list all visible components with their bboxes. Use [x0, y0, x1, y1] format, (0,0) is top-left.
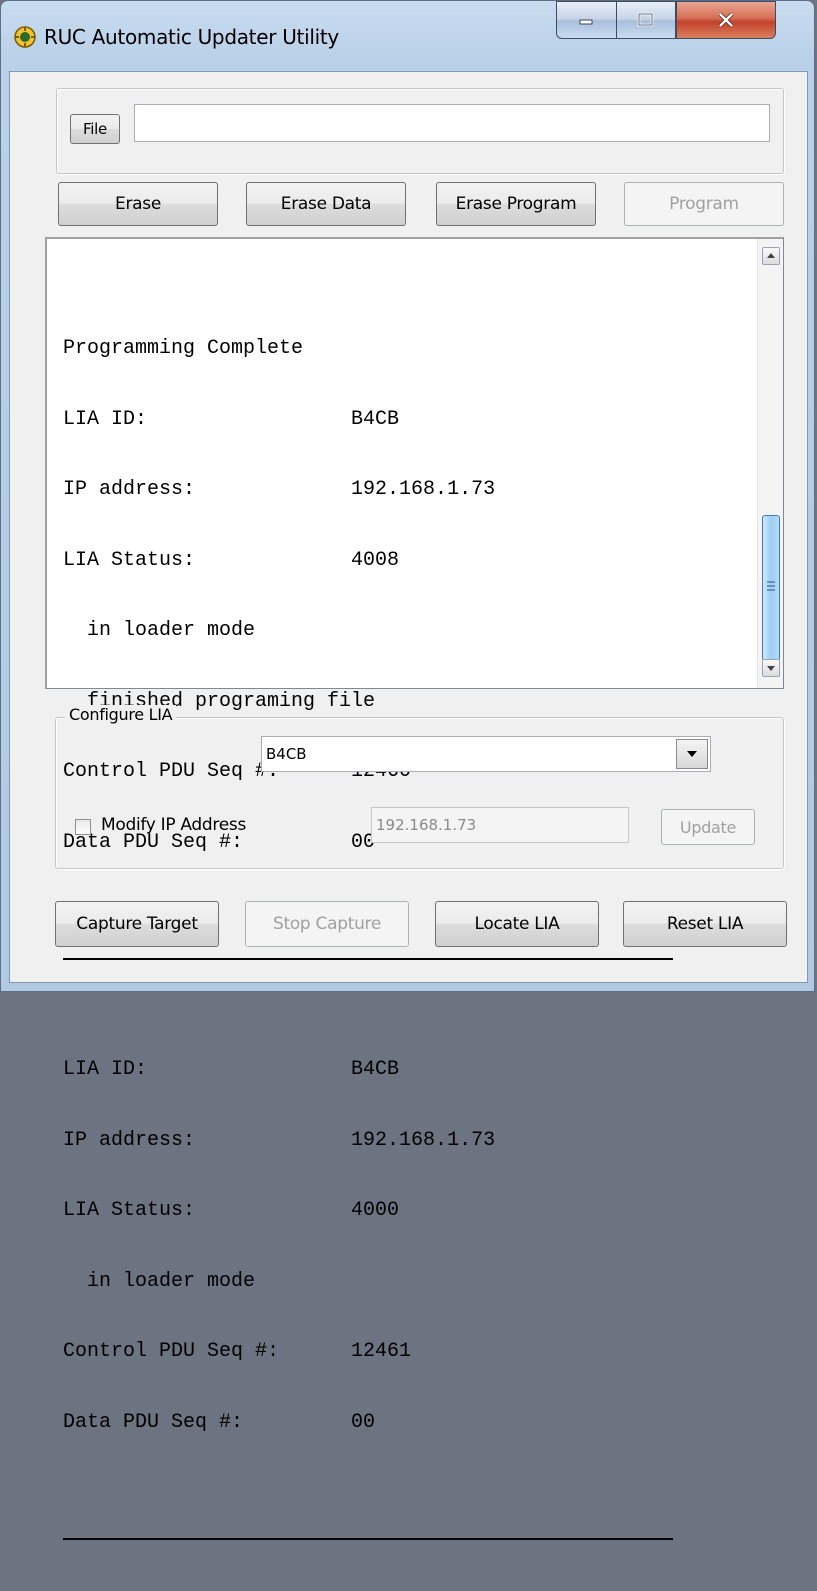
log-line: Data PDU Seq #: 00	[63, 1410, 376, 1434]
stop-capture-button[interactable]: Stop Capture	[245, 901, 409, 947]
file-path-input[interactable]	[134, 104, 770, 142]
update-button[interactable]: Update	[661, 809, 755, 845]
log-line: Control PDU Seq #: 12461	[63, 1340, 412, 1363]
scroll-thumb[interactable]	[762, 515, 780, 661]
log-scrollbar[interactable]	[757, 239, 783, 688]
scroll-down-button[interactable]	[762, 659, 780, 677]
erase-button[interactable]: Erase	[58, 182, 218, 226]
maximize-button[interactable]	[616, 1, 676, 39]
erase-data-button[interactable]: Erase Data	[246, 182, 406, 226]
minimize-button[interactable]	[556, 1, 616, 39]
dropdown-arrow[interactable]	[676, 739, 708, 769]
log-separator	[63, 1538, 673, 1540]
maximize-icon	[637, 12, 654, 27]
program-button[interactable]: Program	[624, 182, 784, 226]
grip-icon	[767, 581, 775, 591]
log-output[interactable]: Programming Complete LIA ID: B4CB IP add…	[45, 237, 784, 1540]
lia-select[interactable]: B4CB	[261, 736, 711, 772]
chevron-down-icon	[687, 751, 697, 757]
log-block: LIA ID: B4CB IP address: 192.168.1.73 LI…	[63, 1011, 753, 1481]
log-line: in loader mode	[63, 619, 256, 642]
ip-address-input[interactable]: 192.168.1.73	[371, 807, 629, 843]
log-line: LIA ID: B4CB	[63, 1058, 400, 1081]
log-line: IP address: 192.168.1.73	[63, 478, 496, 501]
log-line: LIA Status: 4008	[63, 548, 400, 572]
log-line: in loader mode	[63, 1269, 256, 1293]
lia-select-value: B4CB	[266, 745, 307, 763]
log-line: LIA ID: B4CB	[63, 407, 400, 431]
app-window: RUC Automatic Updater Utility File Erase…	[0, 0, 815, 1540]
title-bar[interactable]: RUC Automatic Updater Utility	[1, 1, 814, 73]
close-icon	[718, 12, 734, 28]
capture-target-button[interactable]: Capture Target	[55, 901, 219, 947]
locate-lia-button[interactable]: Locate LIA	[435, 901, 599, 947]
modify-ip-checkbox[interactable]	[75, 819, 91, 835]
arrow-down-icon	[767, 666, 775, 671]
reset-lia-button[interactable]: Reset LIA	[623, 901, 787, 947]
erase-program-button[interactable]: Erase Program	[436, 182, 596, 226]
arrow-up-icon	[767, 253, 775, 258]
minimize-icon	[579, 19, 592, 25]
log-line: IP address: 192.168.1.73	[63, 1128, 496, 1152]
log-separator	[63, 958, 673, 960]
file-button[interactable]: File	[70, 114, 120, 144]
log-line: LIA Status: 4000	[63, 1199, 400, 1222]
caption-buttons	[556, 1, 806, 41]
modify-ip-label[interactable]: Modify IP Address	[101, 815, 246, 835]
scroll-up-button[interactable]	[762, 247, 780, 265]
configure-lia-legend: Configure LIA	[65, 705, 177, 724]
gear-app-icon	[14, 26, 36, 48]
close-button[interactable]	[676, 1, 776, 39]
log-line: Programming Complete	[63, 337, 304, 360]
window-title: RUC Automatic Updater Utility	[44, 25, 339, 49]
